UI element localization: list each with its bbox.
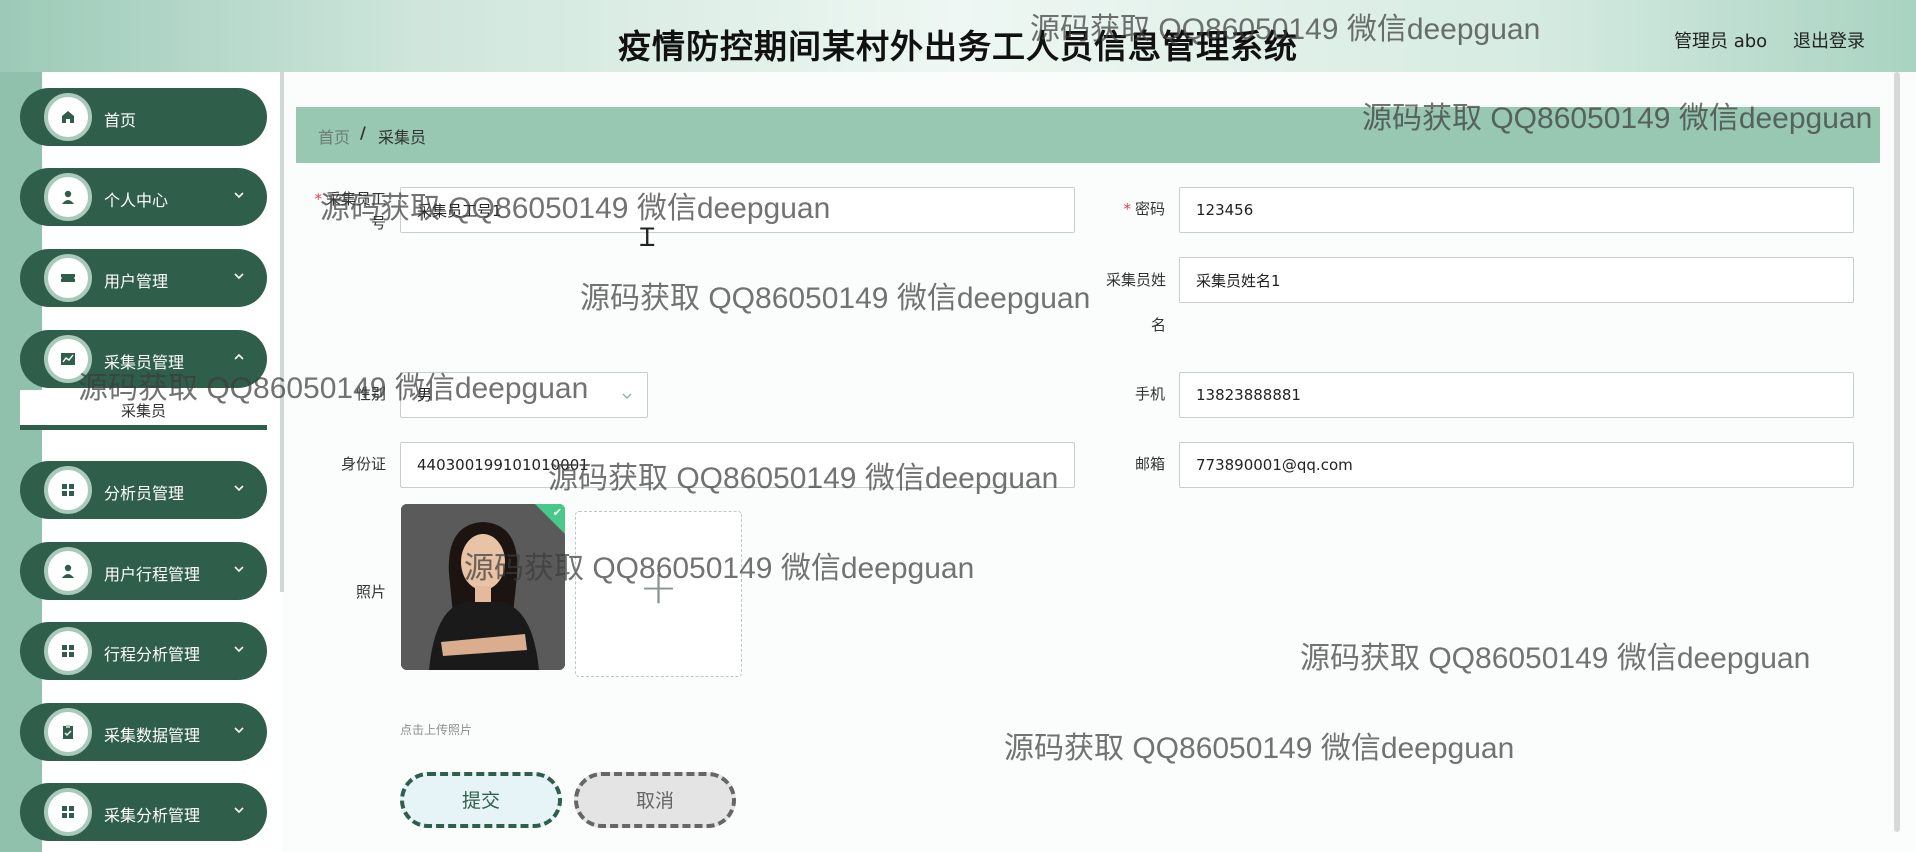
sidebar-item-label: 首页 [104, 111, 137, 130]
app-root: 疫情防控期间某村外出务工人员信息管理系统 管理员 abo 退出登录 首页 个人中… [0, 0, 1916, 852]
chevron-down-icon [234, 646, 244, 653]
sidebar-item-label: 个人中心 [104, 191, 169, 210]
worker-id-input[interactable] [400, 187, 1075, 233]
email-input[interactable] [1179, 442, 1854, 488]
sidebar-item-label: 采集员管理 [104, 353, 185, 372]
email-label: 邮箱 [1134, 455, 1165, 473]
sidebar-item-label: 分析员管理 [104, 484, 185, 503]
chevron-down-icon [234, 192, 244, 199]
top-header: 疫情防控期间某村外出务工人员信息管理系统 管理员 abo 退出登录 [0, 0, 1916, 72]
user-icon [44, 173, 92, 221]
check-icon: ✔ [552, 506, 562, 519]
id-card-input[interactable] [400, 442, 1075, 488]
system-title: 疫情防控期间某村外出务工人员信息管理系统 [618, 27, 1298, 66]
breadcrumb-current: 采集员 [378, 128, 427, 147]
watermark: 源码获取 QQ86050149 微信deepguan [1004, 732, 1515, 765]
submit-button[interactable]: 提交 [400, 772, 562, 828]
sidebar-item-personal[interactable]: 个人中心 [20, 168, 267, 226]
photo-label: 照片 [355, 583, 386, 601]
breadcrumb-home-link[interactable]: 首页 [318, 124, 350, 148]
logout-link[interactable]: 退出登录 [1793, 27, 1865, 53]
sidebar-item-label: 采集数据管理 [104, 726, 201, 745]
breadcrumb-separator: / [360, 123, 366, 142]
watermark: 源码获取 QQ86050149 微信deepguan [580, 282, 1091, 315]
sidebar-item-home[interactable]: 首页 [20, 88, 267, 146]
current-user: 管理员 abo [1674, 31, 1768, 52]
submenu-item-label: 采集员 [120, 402, 166, 420]
clipboard-icon [44, 708, 92, 756]
sidebar: 首页 个人中心 用户管理 采集员管理 采集员 分析员管理 用户行程管理 行程分析… [0, 72, 284, 852]
sidebar-item-collection-analysis[interactable]: 采集分析管理 [20, 783, 267, 841]
breadcrumb: 首页 / 采集员 [296, 107, 1880, 163]
page-scrollbar[interactable] [1894, 72, 1900, 832]
sidebar-item-label: 用户行程管理 [104, 565, 201, 584]
ticket-icon [44, 254, 92, 302]
grid-icon [44, 788, 92, 836]
sidebar-item-label: 采集分析管理 [104, 806, 201, 825]
gender-label: 性别 [355, 385, 386, 403]
chart-icon [44, 335, 92, 383]
sidebar-item-trip-analysis[interactable]: 行程分析管理 [20, 622, 267, 680]
phone-input[interactable] [1179, 372, 1854, 418]
chevron-down-icon [234, 807, 244, 814]
name-input[interactable] [1179, 257, 1854, 303]
chevron-down-icon [234, 566, 244, 573]
sidebar-item-label: 行程分析管理 [104, 645, 201, 664]
watermark: 源码获取 QQ86050149 微信deepguan [1300, 642, 1811, 675]
sidebar-item-analysts[interactable]: 分析员管理 [20, 461, 267, 519]
sidebar-divider [280, 72, 284, 592]
chevron-up-icon [234, 353, 244, 360]
grid-icon [44, 466, 92, 514]
sidebar-item-label: 用户管理 [104, 272, 169, 291]
password-input[interactable] [1179, 187, 1854, 233]
cancel-button[interactable]: 取消 [574, 772, 736, 828]
chevron-down-icon [234, 273, 244, 280]
chevron-down-icon [234, 485, 244, 492]
chevron-down-icon [234, 727, 244, 734]
sidebar-item-user-trips[interactable]: 用户行程管理 [20, 542, 267, 600]
gender-select[interactable]: 男 [400, 372, 648, 418]
name-label: 采集员姓名 [1105, 271, 1166, 334]
grid-icon [44, 627, 92, 675]
upload-hint: 点击上传照片 [400, 723, 473, 737]
photo-upload-button[interactable]: + [575, 511, 742, 677]
sidebar-item-collected-data[interactable]: 采集数据管理 [20, 703, 267, 761]
password-label: * 密码 [1123, 200, 1165, 218]
worker-id-label: * 采集员工号 [314, 190, 386, 232]
phone-label: 手机 [1134, 385, 1165, 403]
sidebar-item-collectors[interactable]: 采集员管理 [20, 330, 267, 388]
chevron-down-icon [622, 393, 632, 399]
plus-icon: + [639, 560, 678, 614]
id-card-label: 身份证 [340, 455, 386, 473]
sidebar-item-users[interactable]: 用户管理 [20, 249, 267, 307]
home-icon [44, 93, 92, 141]
uploaded-photo-thumbnail[interactable]: ✔ [401, 504, 565, 670]
person-icon [44, 547, 92, 595]
submenu-item-collector[interactable]: 采集员 [20, 390, 267, 430]
text-cursor-icon: Ɪ [640, 223, 655, 253]
